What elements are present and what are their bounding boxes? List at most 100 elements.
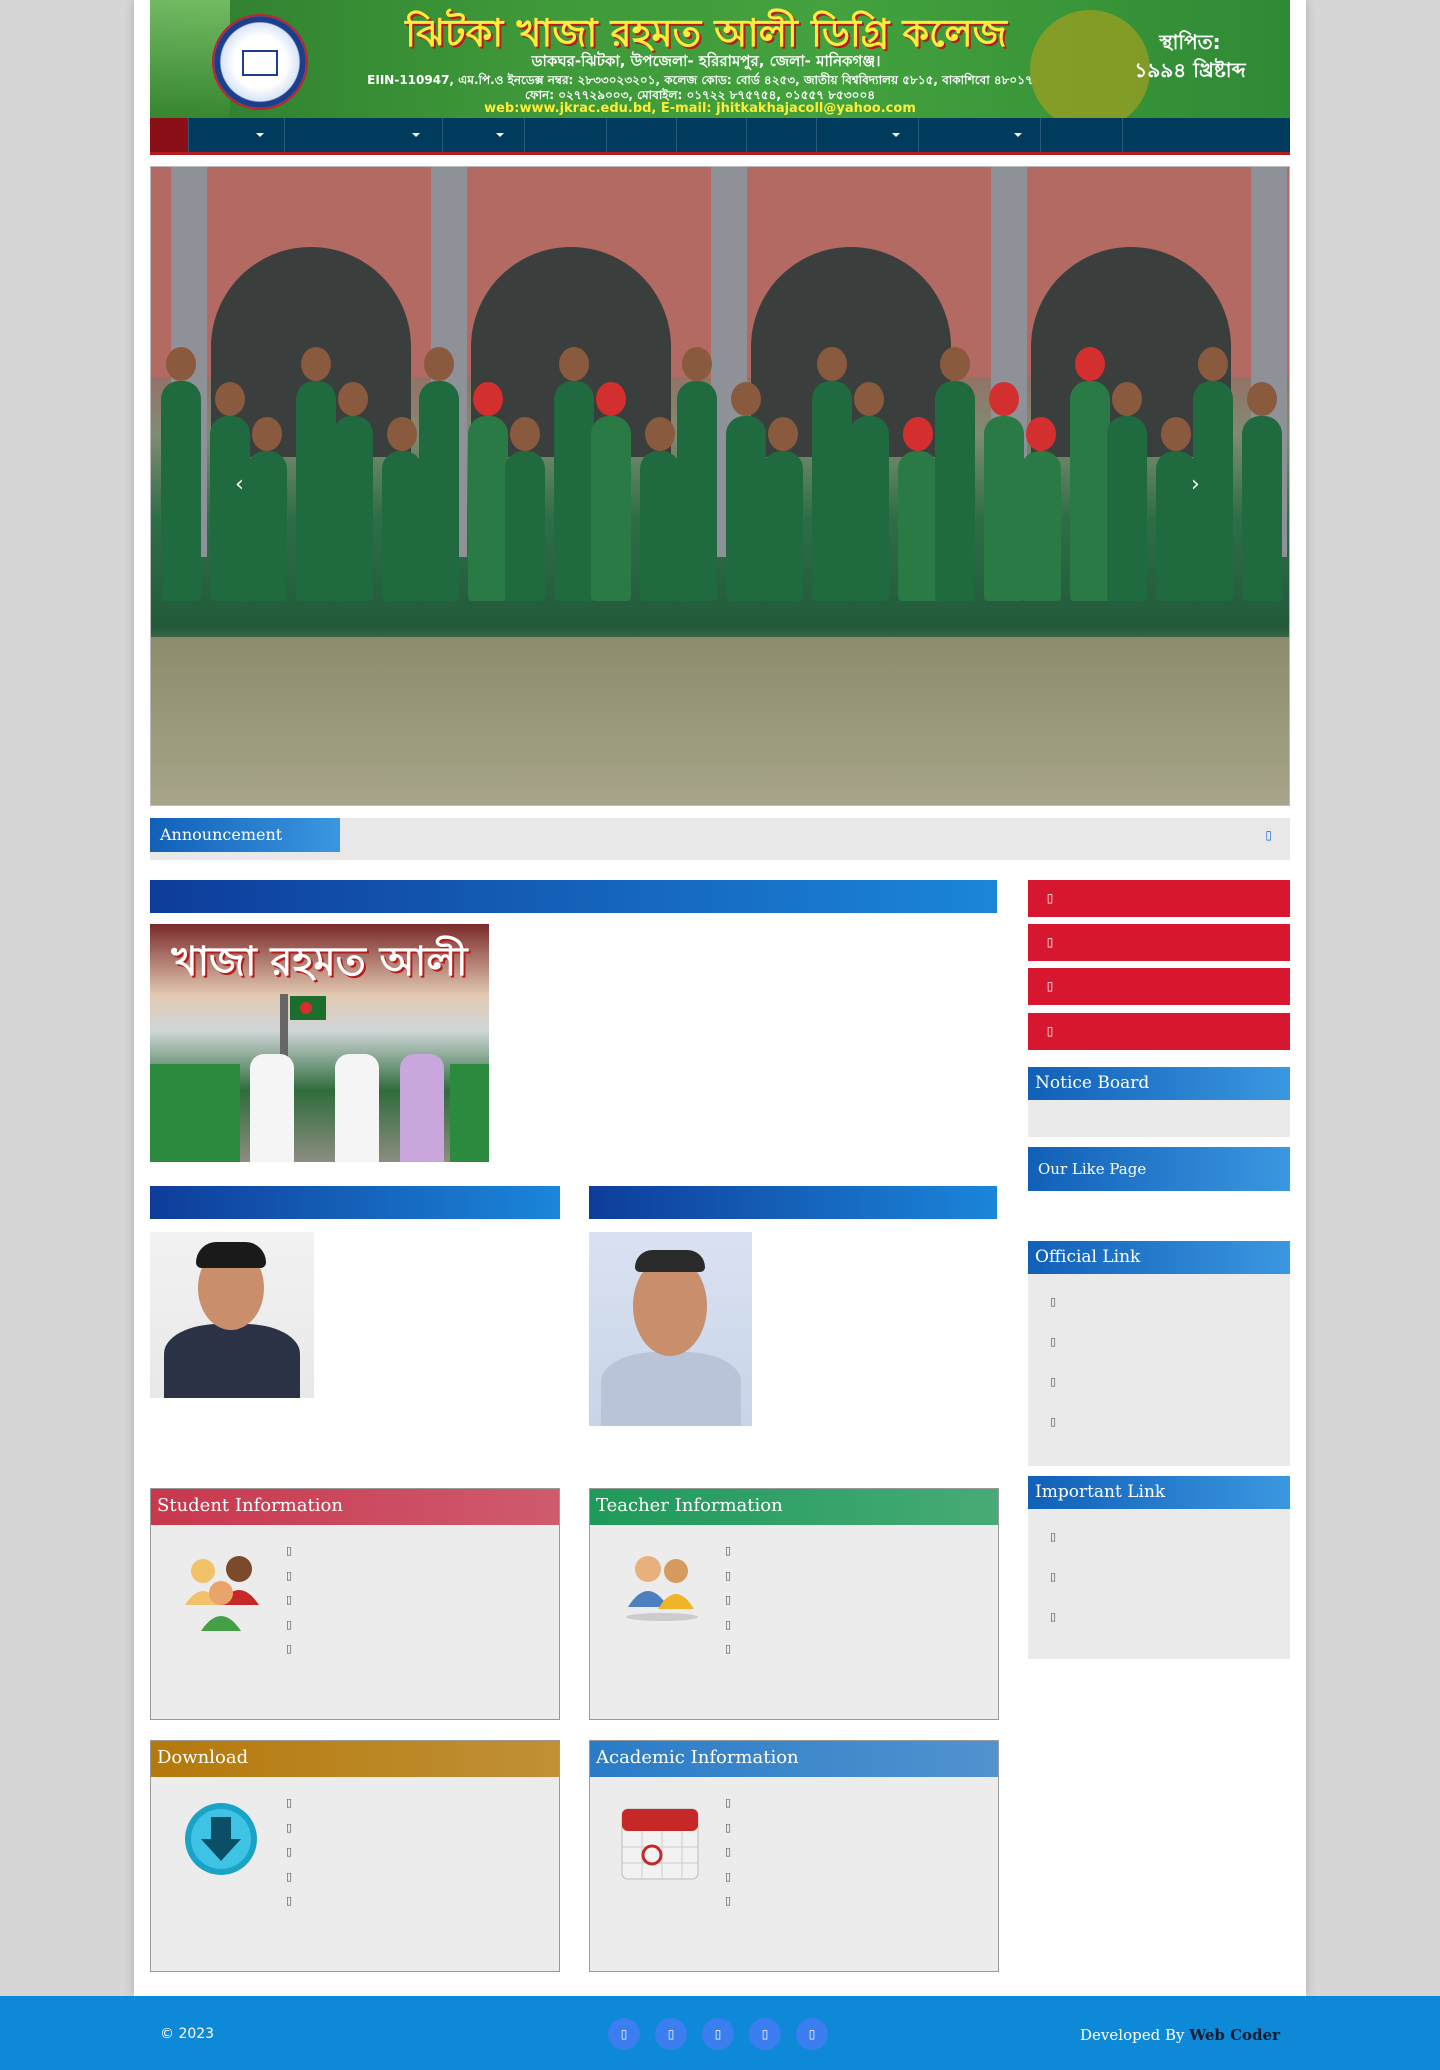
nav-item-administration[interactable] (285, 118, 443, 152)
image-slider: ‹ › (150, 166, 1290, 806)
announcement-bar: Announcement ▯ (150, 818, 1290, 860)
link-icon: ▯ (725, 1820, 732, 1834)
link-icon: ▯ (286, 1544, 293, 1557)
student-link-1[interactable]: ▯ (286, 1539, 310, 1564)
official-links: Official Link ▯ ▯ ▯ ▯ (1028, 1241, 1290, 1466)
download-link-4[interactable]: ▯ (286, 1865, 310, 1890)
announcement-marquee[interactable]: ▯ (1265, 828, 1272, 842)
calendar-icon (618, 1799, 699, 1880)
link-icon: ▯ (725, 1617, 732, 1631)
founder-text (589, 1230, 997, 1380)
important-link-3[interactable]: ▯ (1028, 1597, 1290, 1637)
footer: © 2023 ▯ ▯ ▯ ▯ ▯ Developed By Web Coder (0, 1996, 1440, 2070)
link-icon: ▯ (1046, 1024, 1054, 1038)
academic-link-2[interactable]: ▯ (725, 1816, 749, 1841)
nav-item-4[interactable] (525, 118, 607, 152)
download-link-1[interactable]: ▯ (286, 1791, 310, 1816)
important-link-2[interactable]: ▯ (1028, 1557, 1290, 1597)
student-link-2[interactable]: ▯ (286, 1564, 310, 1589)
student-info-links: ▯ ▯ ▯ ▯ ▯ (286, 1539, 310, 1662)
nav-item-8[interactable] (817, 118, 919, 152)
footer-copyright: © 2023 (160, 2026, 215, 2042)
student-info-title: Student Information (151, 1489, 559, 1525)
nav-item-home[interactable]: ​​​​​​​​​​​​​​​​​​​​​​​​​​​​ (150, 118, 189, 152)
link-icon: ▯ (1050, 1295, 1057, 1308)
academic-link-1[interactable]: ▯ (725, 1791, 749, 1816)
link-icon: ▯ (286, 1568, 293, 1582)
sidebar-button-3[interactable]: ▯ (1028, 968, 1290, 1005)
academic-link-3[interactable]: ▯ (725, 1840, 749, 1865)
link-icon: ▯ (286, 1894, 293, 1907)
official-link-1[interactable]: ▯ (1028, 1282, 1290, 1322)
nav-item-6[interactable] (677, 118, 747, 152)
academic-link-5[interactable]: ▯ (725, 1889, 749, 1914)
nav-item-10[interactable] (1041, 118, 1123, 152)
developer-link[interactable]: Web Coder (1189, 2026, 1280, 2044)
slider-prev-icon[interactable]: ‹ (235, 472, 244, 497)
download-panel: Download ▯ ▯ ▯ ▯ ▯ (150, 1740, 560, 1972)
history-heading (150, 880, 997, 913)
link-icon: ▯ (286, 1820, 293, 1834)
official-link-4[interactable]: ▯ (1028, 1402, 1290, 1442)
notice-board-title: Notice Board (1028, 1067, 1290, 1100)
teacher-link-1[interactable]: ▯ (725, 1539, 749, 1564)
link-icon: ▯ (286, 1617, 293, 1631)
official-link-3[interactable]: ▯ (1028, 1362, 1290, 1402)
nav-item-11[interactable] (1123, 118, 1187, 152)
teacher-link-4[interactable]: ▯ (725, 1613, 749, 1638)
caret-down-icon (496, 132, 504, 137)
twitter-icon[interactable]: ▯ (655, 2018, 687, 2050)
link-icon: ▯ (286, 1796, 293, 1809)
official-link-title: Official Link (1028, 1241, 1290, 1274)
link-icon: ▯ (1050, 1375, 1057, 1388)
download-link-2[interactable]: ▯ (286, 1816, 310, 1841)
caret-down-icon (256, 132, 264, 137)
link-icon: ▯ (725, 1544, 732, 1557)
academic-info-links: ▯ ▯ ▯ ▯ ▯ (725, 1791, 749, 1914)
download-link-3[interactable]: ▯ (286, 1840, 310, 1865)
like-page-title: Our Like Page (1028, 1147, 1290, 1191)
slider-next-icon[interactable]: › (1191, 472, 1200, 497)
sidebar-button-2[interactable]: ▯ (1028, 924, 1290, 961)
linkedin-icon[interactable]: ▯ (702, 2018, 734, 2050)
student-link-4[interactable]: ▯ (286, 1613, 310, 1638)
sidebar-button-1[interactable]: ▯ (1028, 880, 1290, 917)
student-link-3[interactable]: ▯ (286, 1588, 310, 1613)
link-icon: ▯ (725, 1894, 732, 1907)
academic-link-4[interactable]: ▯ (725, 1865, 749, 1890)
history-text (498, 922, 997, 1072)
caret-down-icon (1014, 132, 1022, 137)
header-banner: ঝিটকা খাজা রহমত আলী ডিগ্রি কলেজ ডাকঘর-ঝি… (150, 0, 1290, 118)
social-links: ▯ ▯ ▯ ▯ ▯ (608, 2018, 828, 2050)
student-link-5[interactable]: ▯ (286, 1637, 310, 1662)
nav-item-5[interactable] (607, 118, 677, 152)
users-icon (179, 1547, 259, 1631)
teacher-link-3[interactable]: ▯ (725, 1588, 749, 1613)
link-icon: ▯ (1050, 1530, 1057, 1543)
history-photo: খাজা রহমত আলী (150, 924, 489, 1162)
download-icon (179, 1799, 259, 1879)
link-icon: ▯ (1050, 1610, 1057, 1623)
important-link-1[interactable]: ▯ (1028, 1517, 1290, 1557)
link-icon: ▯ (286, 1845, 293, 1858)
important-link-title: Important Link (1028, 1476, 1290, 1509)
facebook-icon[interactable]: ▯ (608, 2018, 640, 2050)
download-link-5[interactable]: ▯ (286, 1889, 310, 1914)
student-info-panel: Student Information ▯ ▯ ▯ ▯ ▯ (150, 1488, 560, 1720)
teacher-link-5[interactable]: ▯ (725, 1637, 749, 1662)
sidebar-button-4[interactable]: ▯ (1028, 1013, 1290, 1050)
google-plus-icon[interactable]: ▯ (796, 2018, 828, 2050)
teacher-link-2[interactable]: ▯ (725, 1564, 749, 1589)
nav-item-academic[interactable] (443, 118, 525, 152)
link-icon: ▯ (725, 1642, 732, 1655)
official-link-2[interactable]: ▯ (1028, 1322, 1290, 1362)
nav-item-9[interactable] (919, 118, 1041, 152)
link-icon: ▯ (725, 1796, 732, 1809)
notice-board: Notice Board (1028, 1067, 1290, 1137)
teachers-icon (618, 1547, 698, 1627)
nav-item-about[interactable] (189, 118, 285, 152)
youtube-icon[interactable]: ▯ (749, 2018, 781, 2050)
link-icon: ▯ (725, 1845, 732, 1858)
link-icon: ▯ (1050, 1570, 1057, 1583)
nav-item-7[interactable] (747, 118, 817, 152)
